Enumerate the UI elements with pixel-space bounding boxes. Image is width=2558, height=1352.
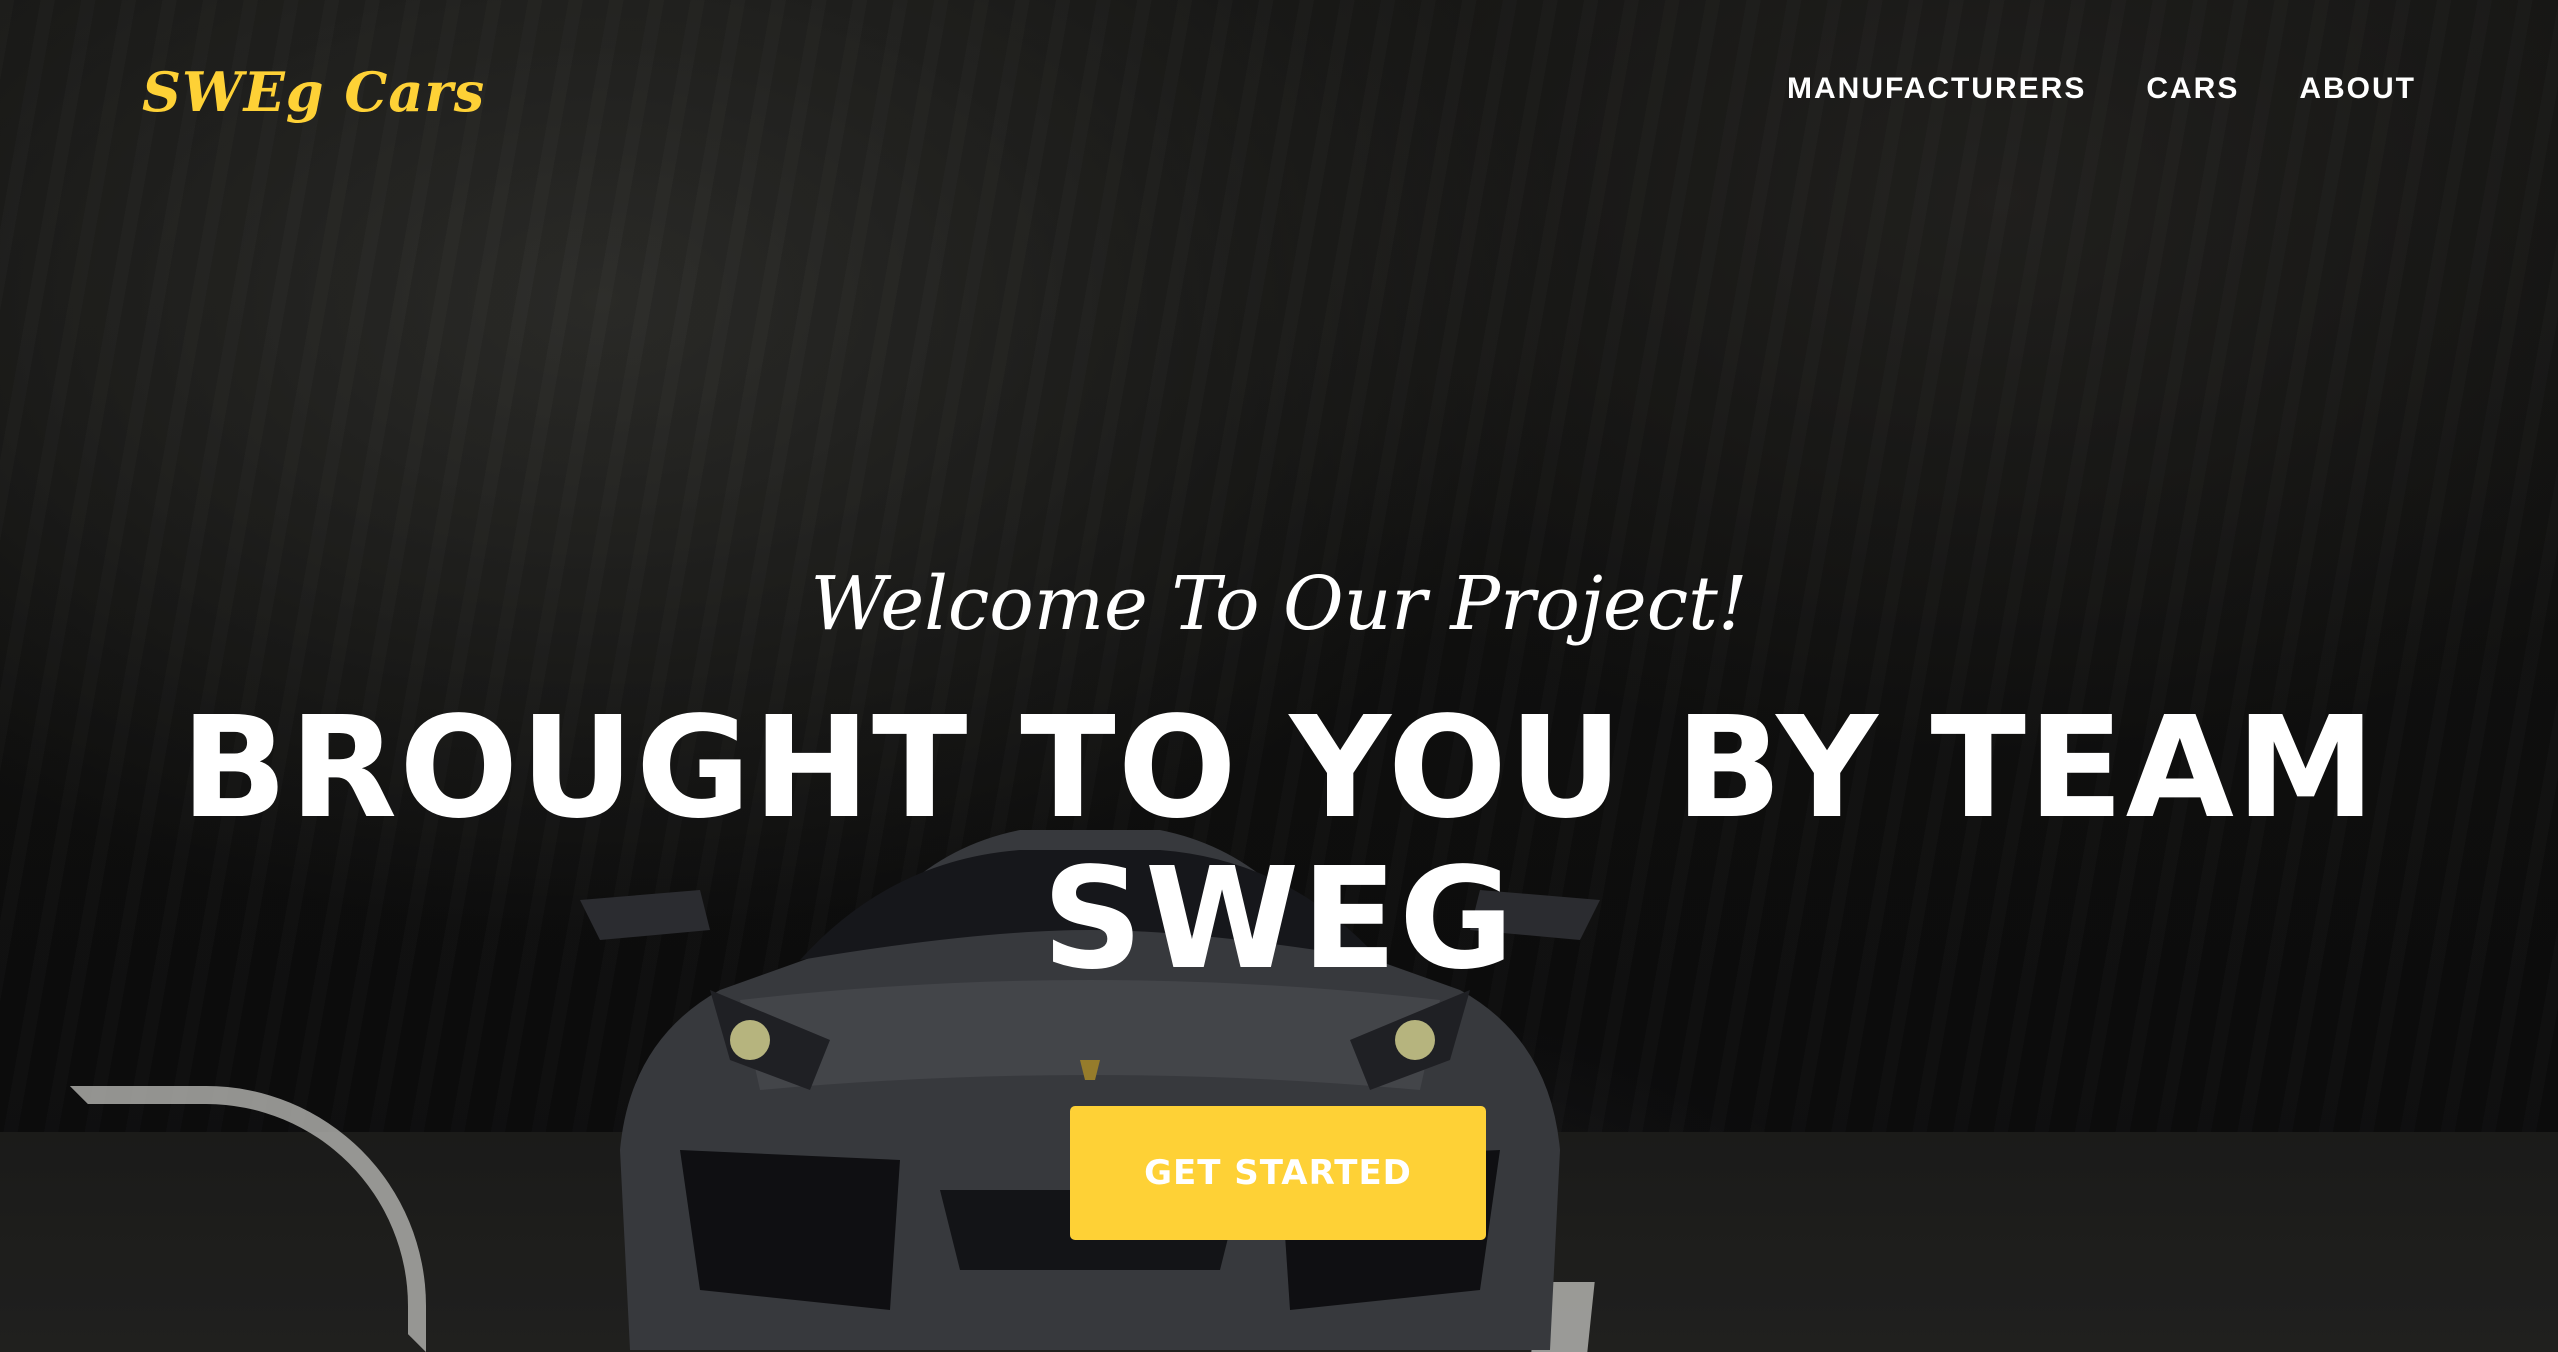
nav-link-manufacturers[interactable]: MANUFACTURERS	[1787, 72, 2086, 106]
hero-section: SWEg Cars MANUFACTURERS CARS ABOUT Welco…	[0, 0, 2558, 1352]
intro-lead-in: Welcome To Our Project!	[810, 561, 1748, 647]
nav-links: MANUFACTURERS CARS ABOUT	[1787, 72, 2416, 106]
top-navbar: SWEg Cars MANUFACTURERS CARS ABOUT	[0, 0, 2558, 190]
get-started-button[interactable]: GET STARTED	[1070, 1106, 1486, 1240]
nav-link-cars[interactable]: CARS	[2146, 72, 2239, 106]
intro-text: Welcome To Our Project! BROUGHT TO YOU B…	[0, 560, 2558, 995]
nav-link-about[interactable]: ABOUT	[2299, 72, 2416, 106]
brand-logo-link[interactable]: SWEg Cars	[142, 60, 485, 124]
intro-heading: BROUGHT TO YOU BY TEAM SWEG	[180, 686, 2378, 1001]
